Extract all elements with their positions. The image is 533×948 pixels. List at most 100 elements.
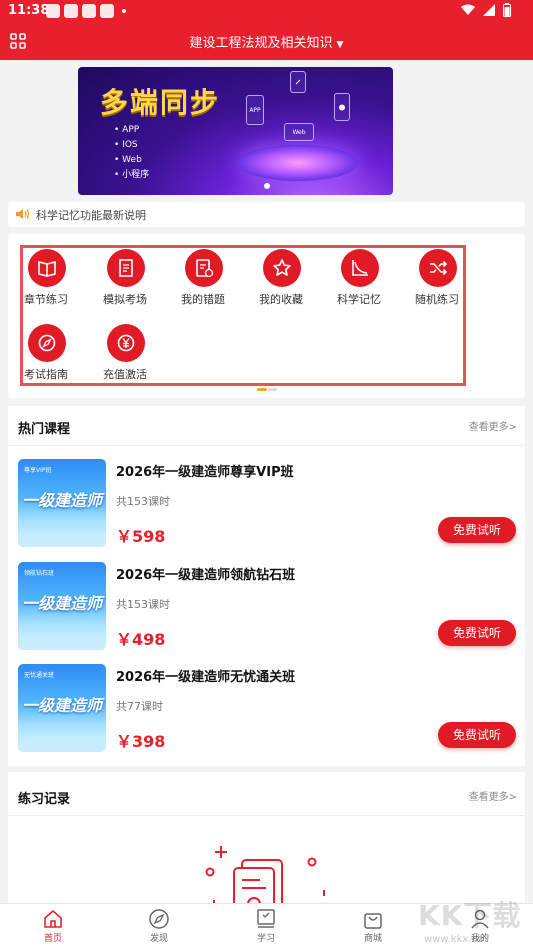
course-thumbnail: 尊享VIP班 一级建造师 bbox=[18, 459, 106, 547]
course-thumb-skyline bbox=[18, 527, 106, 547]
tab-home[interactable]: 首页 bbox=[23, 908, 83, 948]
status-bar: 11:38 bbox=[0, 0, 533, 22]
app-notification-icon bbox=[100, 4, 114, 18]
banner-title: 多端同步 bbox=[100, 86, 221, 119]
free-trial-button[interactable]: 免费试听 bbox=[438, 722, 516, 748]
tab-label: 学习 bbox=[256, 934, 275, 944]
practice-records-title: 练习记录 bbox=[18, 792, 71, 807]
speaker-icon bbox=[16, 209, 30, 219]
link-icon bbox=[295, 79, 301, 85]
quick-item-random-practice[interactable]: 随机练习 bbox=[401, 249, 461, 309]
app-notification-icon bbox=[82, 4, 96, 18]
shop-bag-icon bbox=[364, 913, 382, 929]
quick-item-exam-guide[interactable]: 考试指南 bbox=[10, 324, 70, 384]
quick-menu-page-indicator bbox=[257, 388, 277, 391]
course-title: 2026年一级建造师无忧通关班 bbox=[116, 670, 296, 685]
quick-item-wrong-answers[interactable]: 我的错题 bbox=[167, 249, 227, 309]
practice-records-more-link[interactable]: 查看更多> bbox=[469, 788, 517, 803]
notice-bar[interactable]: 科学记忆功能最新说明 bbox=[8, 202, 525, 227]
yen-icon bbox=[107, 324, 145, 362]
quick-item-label: 随机练习 bbox=[415, 293, 459, 306]
course-thumb-title: 一级建造师 bbox=[22, 594, 103, 613]
course-thumb-tag: 领航钻石班 bbox=[24, 570, 55, 577]
course-thumb-tag: 无忧通关班 bbox=[24, 672, 55, 679]
course-price: ￥498 bbox=[116, 630, 166, 649]
tab-label: 发现 bbox=[149, 934, 168, 944]
practice-records-header: 练习记录 查看更多> bbox=[8, 772, 525, 816]
caret-down-icon: ▼ bbox=[336, 40, 344, 50]
course-thumbnail: 领航钻石班 一级建造师 bbox=[18, 562, 106, 650]
app-header: 建设工程法规及相关知识 ▼ bbox=[0, 22, 533, 60]
quick-menu-highlight bbox=[20, 245, 466, 386]
app-notification-icon bbox=[46, 4, 60, 18]
quick-item-favorites[interactable]: 我的收藏 bbox=[245, 249, 305, 309]
banner-page-dot bbox=[264, 183, 270, 189]
course-item[interactable]: 无忧通关班 一级建造师 2026年一级建造师无忧通关班 共77课时 ￥398 免… bbox=[8, 664, 525, 760]
home-icon bbox=[44, 910, 62, 928]
banner-platform-item: IOS bbox=[114, 138, 149, 153]
banner-platform-list: APP IOS Web 小程序 bbox=[114, 123, 149, 183]
watermark-brand: KK下载 bbox=[418, 899, 522, 932]
wifi-icon bbox=[461, 4, 475, 15]
free-trial-button[interactable]: 免费试听 bbox=[438, 620, 516, 646]
course-thumb-skyline bbox=[18, 732, 106, 752]
compass-icon bbox=[28, 324, 66, 362]
quick-item-label: 充值激活 bbox=[103, 368, 147, 381]
site-watermark: KK下载 www.kkx.net bbox=[414, 890, 532, 948]
course-thumb-tag: 尊享VIP班 bbox=[24, 467, 52, 474]
status-time: 11:38 bbox=[8, 3, 50, 18]
exam-paper-icon bbox=[107, 249, 145, 287]
study-icon bbox=[257, 909, 275, 928]
notification-icons bbox=[46, 4, 126, 18]
banner-apple-card bbox=[334, 93, 350, 121]
shuffle-icon bbox=[419, 249, 457, 287]
promo-banner[interactable]: 多端同步 APP IOS Web 小程序 APP Web bbox=[78, 67, 393, 195]
hot-courses-more-link[interactable]: 查看更多> bbox=[469, 418, 517, 433]
tab-discover[interactable]: 发现 bbox=[129, 908, 189, 948]
watermark-url: www.kkx.net bbox=[424, 934, 488, 945]
quick-item-mock-exam[interactable]: 模拟考场 bbox=[89, 249, 149, 309]
book-icon bbox=[28, 249, 66, 287]
course-item[interactable]: 领航钻石班 一级建造师 2026年一级建造师领航钻石班 共153课时 ￥498 … bbox=[8, 562, 525, 658]
banner-platform-item: APP bbox=[114, 123, 149, 138]
course-hours: 共153课时 bbox=[116, 598, 170, 611]
hot-courses-header: 热门课程 查看更多> bbox=[8, 406, 525, 446]
subject-selector[interactable]: 建设工程法规及相关知识 ▼ bbox=[0, 32, 533, 51]
hot-courses-section: 热门课程 查看更多> 尊享VIP班 一级建造师 2026年一级建造师尊享VIP班… bbox=[8, 406, 525, 766]
quick-item-chapter-practice[interactable]: 章节练习 bbox=[10, 249, 70, 309]
course-price: ￥598 bbox=[116, 527, 166, 546]
notice-text: 科学记忆功能最新说明 bbox=[36, 209, 146, 222]
signal-icon bbox=[483, 4, 495, 16]
hot-courses-title: 热门课程 bbox=[18, 422, 71, 437]
banner-platform-illustration bbox=[238, 145, 358, 181]
tab-shop[interactable]: 商城 bbox=[343, 908, 403, 948]
star-icon bbox=[263, 249, 301, 287]
banner-link-card bbox=[290, 71, 306, 93]
course-title: 2026年一级建造师尊享VIP班 bbox=[116, 465, 294, 480]
course-price: ￥398 bbox=[116, 732, 166, 751]
subject-title: 建设工程法规及相关知识 bbox=[189, 36, 333, 51]
quick-item-recharge[interactable]: 充值激活 bbox=[89, 324, 149, 384]
apple-icon bbox=[339, 104, 345, 111]
banner-phone-card: APP bbox=[246, 95, 264, 125]
tab-label: 商城 bbox=[363, 934, 382, 944]
free-trial-button[interactable]: 免费试听 bbox=[438, 517, 516, 543]
banner-platform-item: Web bbox=[114, 153, 149, 168]
quick-item-scientific-memory[interactable]: 科学记忆 bbox=[323, 249, 383, 309]
more-notifications-dot bbox=[122, 9, 126, 13]
course-hours: 共153课时 bbox=[116, 495, 170, 508]
course-hours: 共77课时 bbox=[116, 700, 163, 713]
course-thumb-title: 一级建造师 bbox=[22, 491, 103, 510]
tab-study[interactable]: 学习 bbox=[236, 908, 296, 948]
banner-web-card: Web bbox=[284, 123, 314, 141]
memory-curve-icon bbox=[341, 249, 379, 287]
app-notification-icon bbox=[64, 4, 78, 18]
tab-label: 首页 bbox=[43, 934, 62, 944]
compass-icon bbox=[149, 909, 169, 929]
course-item[interactable]: 尊享VIP班 一级建造师 2026年一级建造师尊享VIP班 共153课时 ￥59… bbox=[8, 459, 525, 555]
course-thumb-skyline bbox=[18, 630, 106, 650]
wrong-answers-icon bbox=[185, 249, 223, 287]
course-title: 2026年一级建造师领航钻石班 bbox=[116, 568, 296, 583]
empty-records-illustration-icon bbox=[205, 846, 325, 906]
course-thumbnail: 无忧通关班 一级建造师 bbox=[18, 664, 106, 752]
